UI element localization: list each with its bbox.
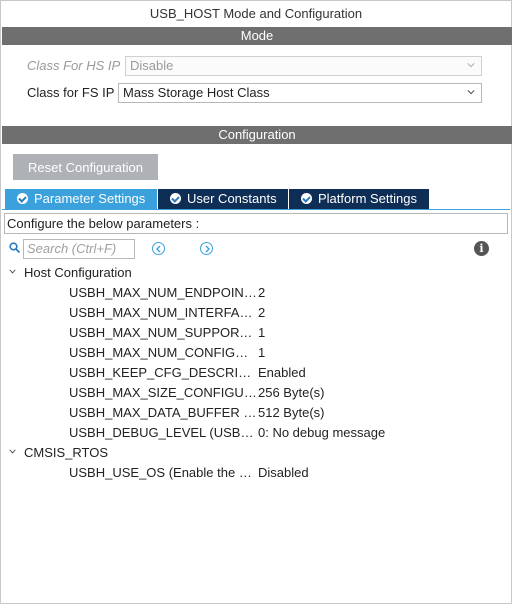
group-label: Host Configuration — [24, 265, 132, 280]
param-value[interactable]: 512 Byte(s) — [258, 403, 324, 423]
param-value[interactable]: 2 — [258, 303, 265, 323]
param-value[interactable]: 0: No debug message — [258, 423, 385, 443]
tab-parameter-settings[interactable]: Parameter Settings — [5, 189, 157, 209]
hs-ip-value: Disable — [130, 58, 174, 73]
fs-ip-label: Class for FS IP — [27, 85, 115, 100]
param-name[interactable]: USBH_MAX_NUM_INTERFACES — [69, 303, 257, 323]
chevron-right-icon — [205, 245, 210, 253]
param-value[interactable]: 2 — [258, 283, 265, 303]
chevron-left-icon — [156, 245, 161, 253]
search-icon — [9, 242, 21, 254]
param-name[interactable]: USBH_USE_OS (Enable the support of an RT… — [69, 463, 257, 483]
tab-label: Platform Settings — [318, 191, 417, 206]
mode-section-header: Mode — [2, 27, 512, 45]
configuration-section-header: Configuration — [2, 126, 512, 144]
fs-ip-value: Mass Storage Host Class — [123, 85, 270, 100]
param-name[interactable]: USBH_DEBUG_LEVEL (USBH Debug Level) — [69, 423, 257, 443]
next-match-button[interactable] — [200, 242, 213, 255]
group-cmsis-rtos[interactable]: CMSIS_RTOS — [9, 443, 108, 463]
param-name[interactable]: USBH_KEEP_CFG_DESCRIPTOR — [69, 363, 257, 383]
search-input[interactable] — [24, 240, 134, 257]
tab-label: Parameter Settings — [34, 191, 146, 206]
tab-user-constants[interactable]: User Constants — [158, 189, 288, 209]
param-name[interactable]: USBH_MAX_NUM_CONFIGURATION — [69, 343, 257, 363]
reset-configuration-button[interactable]: Reset Configuration — [13, 154, 158, 180]
description-box: Configure the below parameters : — [4, 213, 508, 234]
hs-ip-label: Class For HS IP — [27, 58, 121, 73]
chevron-down-icon — [9, 269, 16, 274]
window-title: USB_HOST Mode and Configuration — [149, 6, 363, 21]
fs-ip-select[interactable]: Mass Storage Host Class — [118, 83, 482, 103]
previous-match-button[interactable] — [152, 242, 165, 255]
param-value[interactable]: 1 — [258, 343, 265, 363]
group-host-configuration[interactable]: Host Configuration — [9, 263, 132, 283]
chevron-down-icon — [9, 449, 16, 454]
chevron-down-icon — [467, 63, 475, 68]
check-circle-icon — [301, 193, 312, 204]
param-name[interactable]: USBH_MAX_NUM_SUPPORTED_CLASS — [69, 323, 257, 343]
param-name[interactable]: USBH_MAX_SIZE_CONFIGURATION — [69, 383, 257, 403]
check-circle-icon — [170, 193, 181, 204]
tab-platform-settings[interactable]: Platform Settings — [289, 189, 429, 209]
param-value[interactable]: 1 — [258, 323, 265, 343]
group-label: CMSIS_RTOS — [24, 445, 109, 460]
tab-underline — [2, 209, 510, 210]
hs-ip-select[interactable]: Disable — [125, 56, 482, 76]
param-value[interactable]: Disabled — [258, 463, 309, 483]
info-icon[interactable]: i — [474, 241, 489, 256]
param-name[interactable]: USBH_MAX_DATA_BUFFER (Max Data Buffer Si… — [69, 403, 257, 423]
check-circle-icon — [17, 193, 28, 204]
search-field[interactable] — [23, 239, 135, 259]
param-value[interactable]: 256 Byte(s) — [258, 383, 324, 403]
param-value[interactable]: Enabled — [258, 363, 306, 383]
chevron-down-icon — [467, 90, 475, 95]
param-name[interactable]: USBH_MAX_NUM_ENDPOINTS — [69, 283, 257, 303]
tab-label: User Constants — [187, 191, 277, 206]
